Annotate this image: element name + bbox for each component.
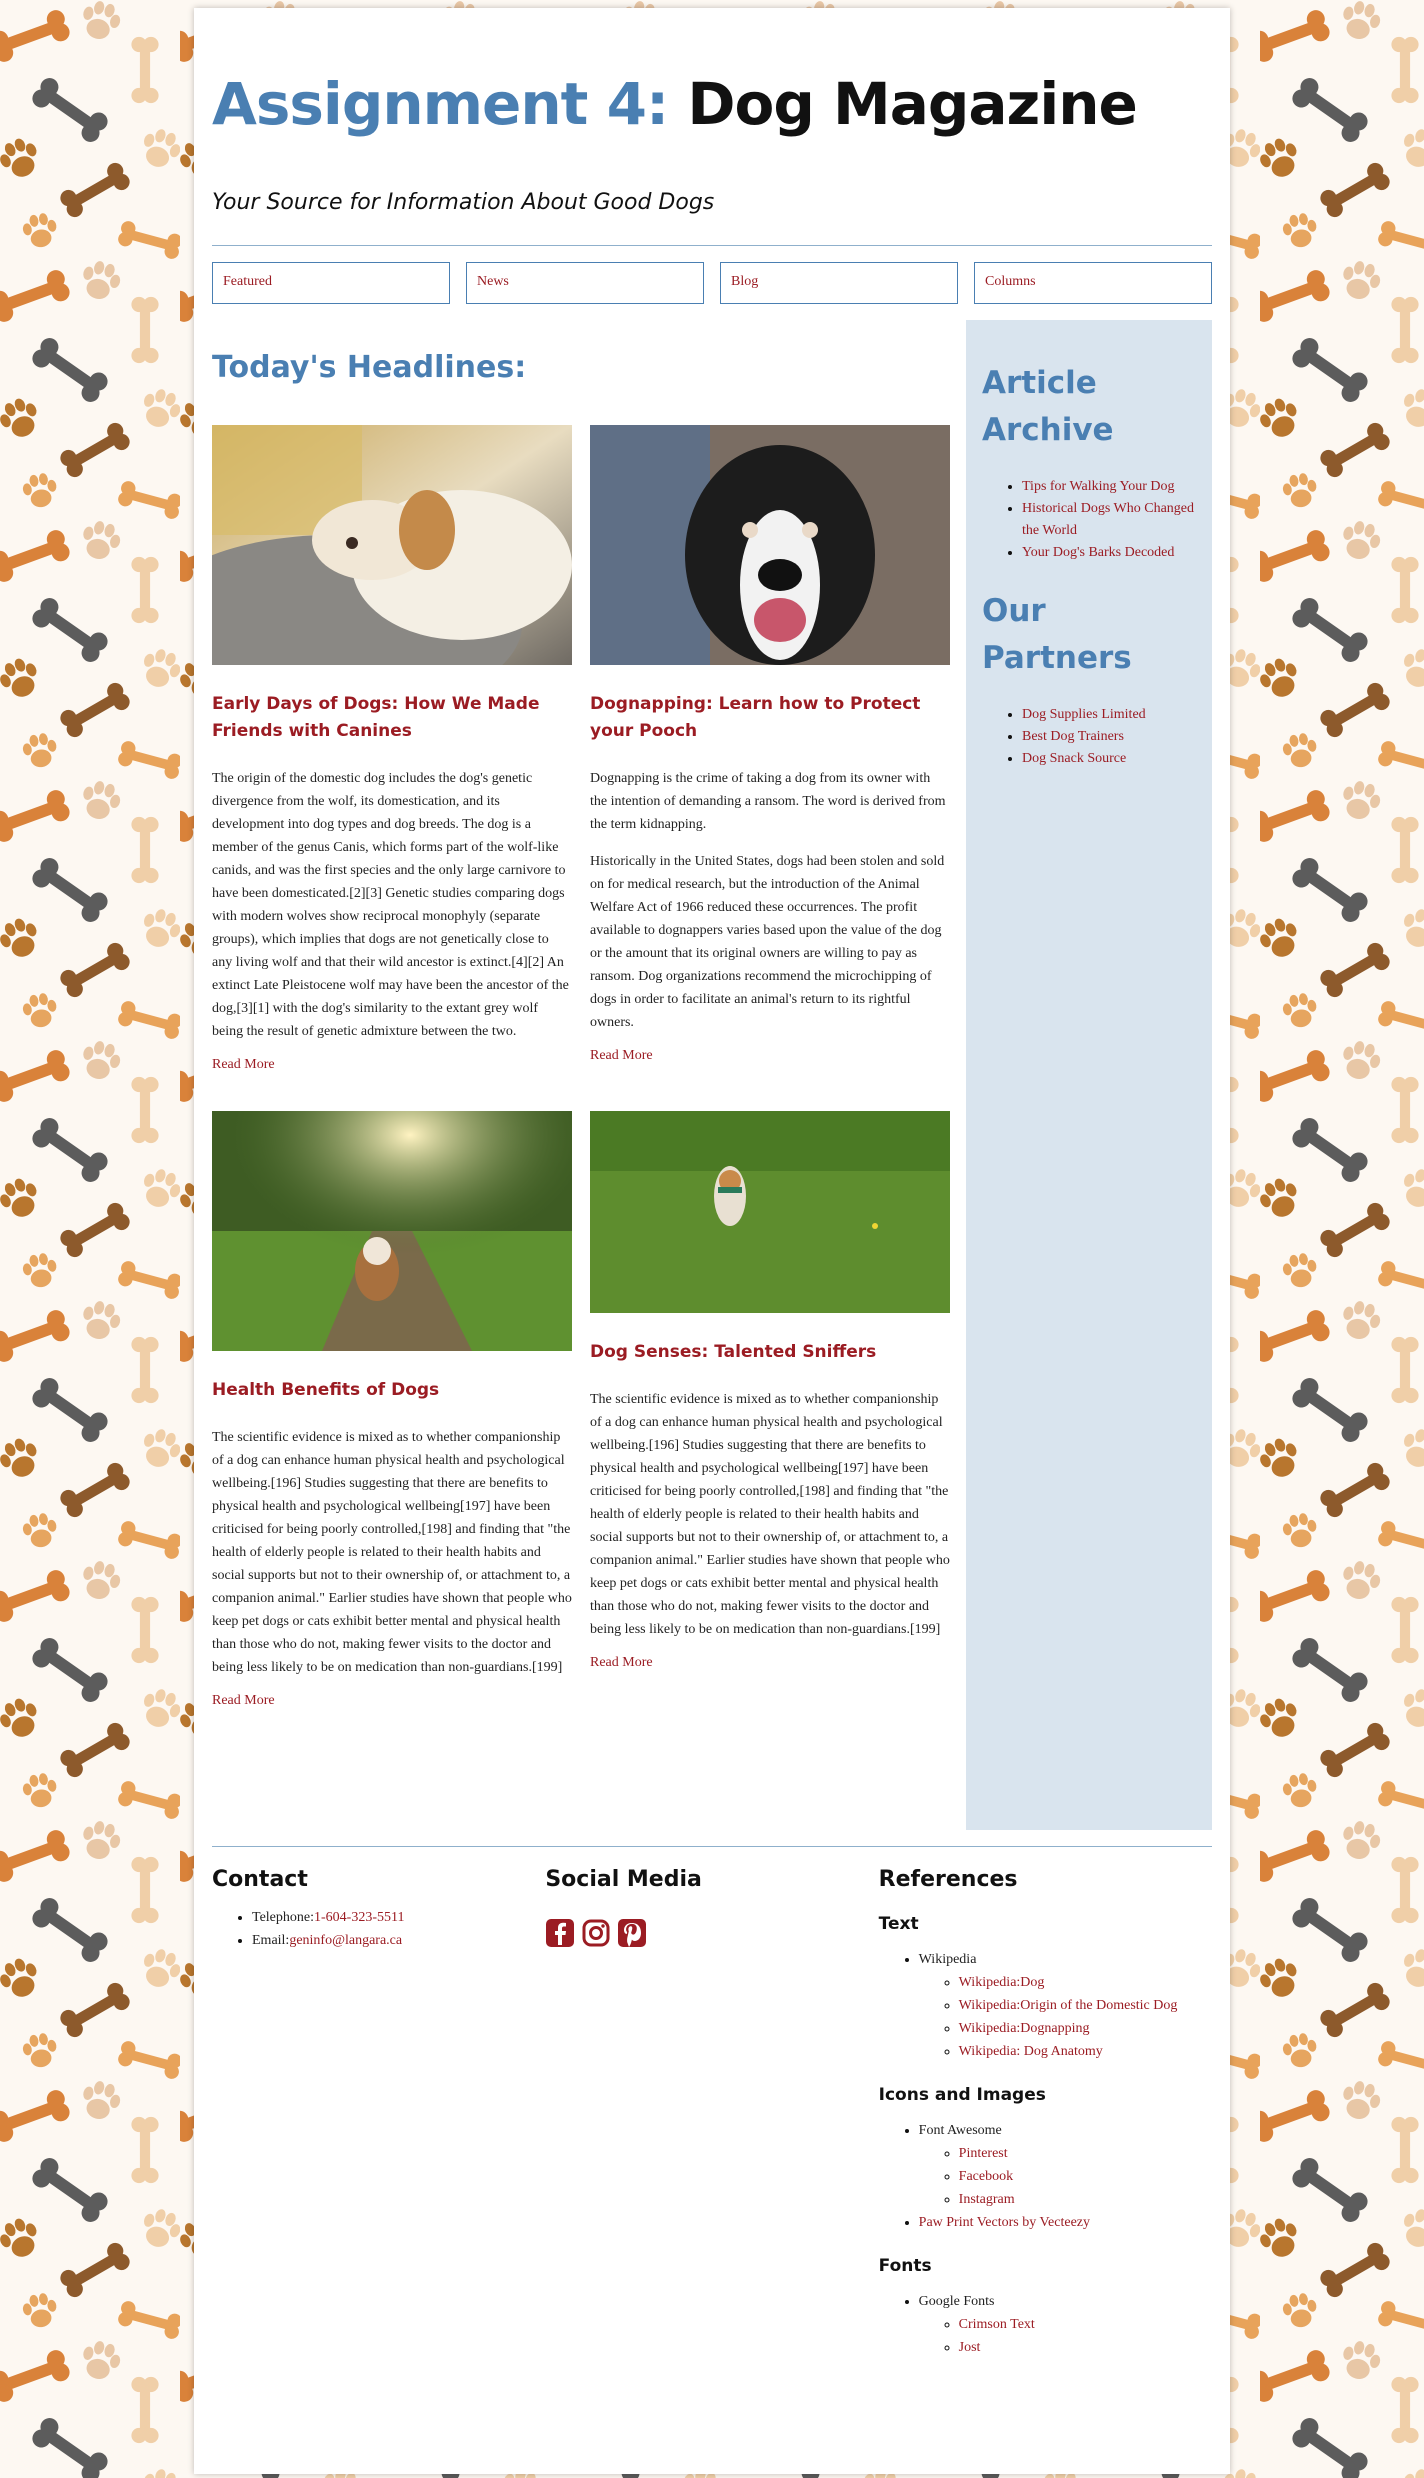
text-references-list: Wikipedia Wikipedia:Dog Wikipedia:Origin… <box>919 1948 1212 2063</box>
sidebar: Article Archive Tips for Walking Your Do… <box>966 319 1212 1830</box>
article-archive-list: Tips for Walking Your Dog Historical Dog… <box>1022 476 1196 564</box>
reference-link[interactable]: Wikipedia: Dog Anatomy <box>959 2040 1212 2063</box>
partners-list: Dog Supplies Limited Best Dog Trainers D… <box>1022 704 1196 770</box>
wikipedia-sublist: Wikipedia:Dog Wikipedia:Origin of the Do… <box>959 1971 1212 2063</box>
nav-columns[interactable]: Columns <box>974 261 1212 304</box>
nav-blog[interactable]: Blog <box>720 261 958 304</box>
wikipedia-label: Wikipedia <box>918 1951 977 1967</box>
site-tagline: Your Source for Information About Good D… <box>212 189 715 215</box>
references-section: References Text Wikipedia Wikipedia:Dog … <box>879 1867 1212 2359</box>
article-card: Early Days of Dogs: How We Made Friends … <box>212 424 572 1073</box>
article-card: Dog Senses: Talented Sniffers The scient… <box>590 1110 950 1709</box>
contact-heading: Contact <box>212 1866 308 1892</box>
site-title: Assignment 4: Dog Magazine <box>212 70 1212 140</box>
header-divider <box>212 244 1212 246</box>
social-media-section: Social Media <box>545 1867 878 2359</box>
article-body: Dognapping is the crime of taking a dog … <box>590 770 946 832</box>
read-more-link[interactable]: Read More <box>590 1048 950 1064</box>
site-title-magazine: Dog Magazine <box>668 70 1137 138</box>
page-container: Assignment 4: Dog Magazine Your Source f… <box>194 8 1230 2474</box>
email-link[interactable]: geninfo@langara.ca <box>289 1933 402 1948</box>
article-title: Health Benefits of Dogs <box>212 1379 440 1400</box>
article-card: Dognapping: Learn how to Protect your Po… <box>590 424 950 1073</box>
archive-link[interactable]: Your Dog's Barks Decoded <box>1022 542 1196 564</box>
icons-references-list: Font Awesome Pinterest Facebook Instagra… <box>919 2119 1212 2234</box>
font-awesome-label: Font Awesome <box>918 2122 1002 2138</box>
headlines-heading: Today's Headlines: <box>212 349 527 385</box>
site-header: Assignment 4: Dog Magazine Your Source f… <box>212 8 1212 246</box>
article-title: Early Days of Dogs: How We Made Friends … <box>212 693 540 741</box>
reference-link[interactable]: Instagram <box>959 2188 1212 2211</box>
article-card: Health Benefits of Dogs The scientific e… <box>212 1110 572 1709</box>
font-awesome-sublist: Pinterest Facebook Instagram <box>959 2142 1212 2211</box>
reference-link[interactable]: Facebook <box>959 2165 1212 2188</box>
text-references-heading: Text <box>878 1913 919 1934</box>
partner-link[interactable]: Dog Supplies Limited <box>1022 704 1196 726</box>
main-content: Today's Headlines: Early Days of Dogs: H… <box>212 320 966 1830</box>
forest-path-dog-photo <box>212 1110 572 1351</box>
article-body: The scientific evidence is mixed as to w… <box>212 1429 572 1675</box>
article-archive-heading: Article Archive <box>982 364 1114 448</box>
references-heading: References <box>878 1866 1018 1892</box>
google-fonts-sublist: Crimson Text Jost <box>959 2313 1212 2359</box>
fonts-heading: Fonts <box>878 2255 932 2276</box>
list-item: Font Awesome Pinterest Facebook Instagra… <box>919 2119 1212 2211</box>
partners-heading: Our Partners <box>982 592 1132 676</box>
google-fonts-label: Google Fonts <box>918 2293 995 2309</box>
reference-link[interactable]: Wikipedia:Dog <box>959 1971 1212 1994</box>
main-nav: Featured News Blog Columns <box>212 261 1212 304</box>
article-body: Historically in the United States, dogs … <box>590 853 945 1030</box>
reference-link[interactable]: Jost <box>959 2336 1212 2359</box>
read-more-link[interactable]: Read More <box>590 1655 950 1671</box>
nav-featured[interactable]: Featured <box>212 261 450 304</box>
pinterest-icon[interactable] <box>617 1918 647 1948</box>
article-body: The origin of the domestic dog includes … <box>212 770 569 1039</box>
archive-link[interactable]: Historical Dogs Who Changed the World <box>1022 498 1196 542</box>
sleeping-dog-photo <box>212 424 572 665</box>
article-title: Dognapping: Learn how to Protect your Po… <box>590 693 921 741</box>
fonts-references-list: Google Fonts Crimson Text Jost <box>919 2290 1212 2359</box>
email-item: Email:geninfo@langara.ca <box>252 1929 545 1952</box>
site-title-assignment: Assignment 4: <box>212 70 669 138</box>
running-dog-grass-photo <box>590 1110 950 1313</box>
telephone-item: Telephone:1-604-323-5511 <box>252 1906 545 1929</box>
reference-link[interactable]: Paw Print Vectors by Vecteezy <box>919 2211 1212 2234</box>
articles-grid: Early Days of Dogs: How We Made Friends … <box>212 424 950 1747</box>
reference-link[interactable]: Crimson Text <box>959 2313 1212 2336</box>
article-title: Dog Senses: Talented Sniffers <box>590 1341 877 1362</box>
partner-link[interactable]: Best Dog Trainers <box>1022 726 1196 748</box>
list-item: Google Fonts Crimson Text Jost <box>919 2290 1212 2359</box>
telephone-label: Telephone: <box>252 1909 314 1925</box>
article-body: The scientific evidence is mixed as to w… <box>590 1391 950 1637</box>
contact-section: Contact Telephone:1-604-323-5511 Email:g… <box>212 1867 545 2359</box>
email-label: Email: <box>252 1932 290 1948</box>
read-more-link[interactable]: Read More <box>212 1057 572 1073</box>
reference-link[interactable]: Wikipedia:Origin of the Domestic Dog <box>959 1994 1212 2017</box>
archive-link[interactable]: Tips for Walking Your Dog <box>1022 476 1196 498</box>
list-item: Wikipedia Wikipedia:Dog Wikipedia:Origin… <box>919 1948 1212 2063</box>
reference-link[interactable]: Wikipedia:Dognapping <box>959 2017 1212 2040</box>
partner-link[interactable]: Dog Snack Source <box>1022 748 1196 770</box>
reference-link[interactable]: Pinterest <box>959 2142 1212 2165</box>
site-footer: Contact Telephone:1-604-323-5511 Email:g… <box>212 1845 1212 2359</box>
icons-images-heading: Icons and Images <box>878 2084 1046 2105</box>
telephone-link[interactable]: 1-604-323-5511 <box>314 1910 404 1925</box>
instagram-icon[interactable] <box>581 1918 611 1948</box>
content-area: Today's Headlines: Early Days of Dogs: H… <box>212 319 1212 1830</box>
social-media-heading: Social Media <box>545 1866 702 1892</box>
social-icons <box>545 1918 878 1948</box>
happy-dog-photo <box>590 424 950 665</box>
contact-list: Telephone:1-604-323-5511 Email:geninfo@l… <box>252 1906 545 1952</box>
facebook-icon[interactable] <box>545 1918 575 1948</box>
read-more-link[interactable]: Read More <box>212 1693 572 1709</box>
nav-news[interactable]: News <box>466 261 704 304</box>
